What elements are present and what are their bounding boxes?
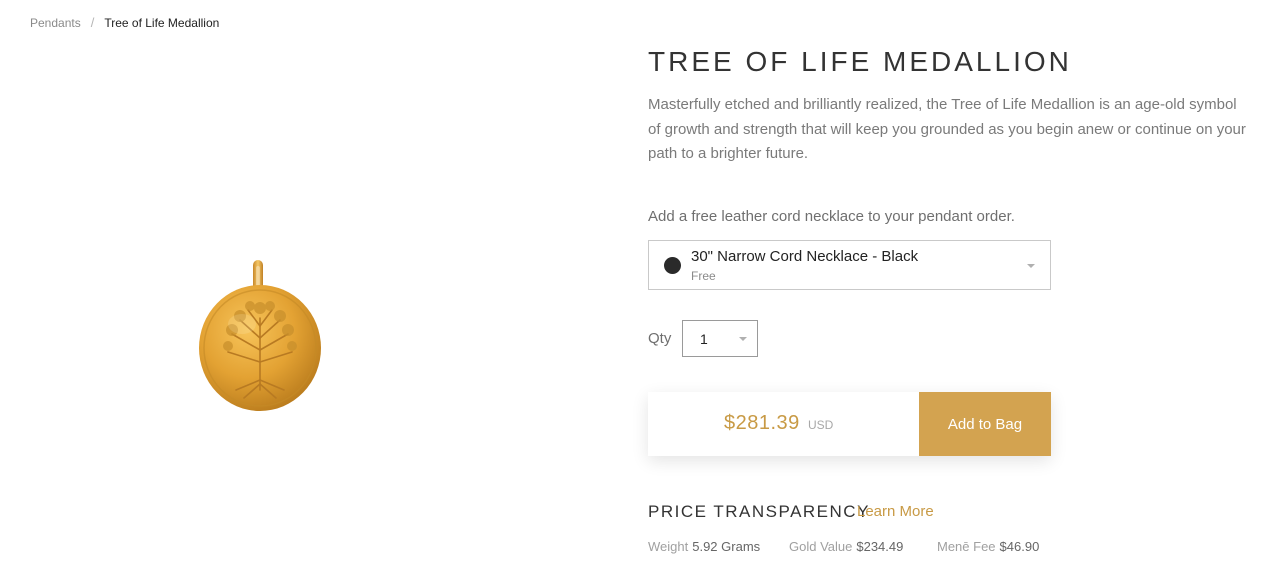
gold-value-stat: Gold Value $234.49 bbox=[789, 539, 903, 554]
product-title: TREE OF LIFE MEDALLION bbox=[648, 46, 1072, 77]
mene-fee-amount: $46.90 bbox=[999, 539, 1040, 554]
price-transparency-heading: PRICE TRANSPARENCY bbox=[648, 502, 870, 521]
breadcrumb: Pendants / Tree of Life Medallion bbox=[30, 15, 219, 30]
cord-prompt: Add a free leather cord necklace to your… bbox=[648, 208, 1015, 225]
quantity-value: 1 bbox=[700, 331, 708, 347]
breadcrumb-current: Tree of Life Medallion bbox=[104, 15, 220, 30]
gold-value-label: Gold Value bbox=[789, 539, 853, 554]
price-currency: USD bbox=[808, 418, 834, 432]
product-price: $281.39 bbox=[724, 412, 800, 434]
breadcrumb-link-pendants[interactable]: Pendants bbox=[30, 16, 81, 30]
gold-value-amount: $234.49 bbox=[856, 539, 904, 554]
medallion-icon bbox=[199, 260, 321, 411]
purchase-box: $281.39 USD Add to Bag bbox=[648, 392, 1051, 456]
quantity-label: Qty bbox=[648, 330, 672, 347]
quantity-select[interactable]: 1 bbox=[682, 320, 758, 357]
mene-fee-stat: Menē Fee $46.90 bbox=[937, 539, 1039, 554]
weight-value: 5.92 Grams bbox=[692, 539, 761, 554]
chevron-down-icon bbox=[1027, 264, 1035, 268]
weight-stat: Weight 5.92 Grams bbox=[648, 539, 760, 554]
learn-more-link[interactable]: Learn More bbox=[857, 503, 934, 520]
cord-selected-price: Free bbox=[691, 269, 716, 283]
cord-selected-name: 30" Narrow Cord Necklace - Black bbox=[691, 248, 919, 265]
chevron-down-icon bbox=[739, 337, 747, 341]
product-image[interactable] bbox=[196, 258, 326, 418]
cord-necklace-select[interactable]: 30" Narrow Cord Necklace - Black Free bbox=[648, 240, 1051, 290]
breadcrumb-separator: / bbox=[90, 15, 95, 30]
weight-label: Weight bbox=[648, 539, 689, 554]
cord-color-swatch bbox=[664, 257, 681, 274]
add-to-bag-button[interactable]: Add to Bag bbox=[919, 392, 1051, 456]
mene-fee-label: Menē Fee bbox=[937, 539, 996, 554]
product-description: Masterfully etched and brilliantly reali… bbox=[648, 96, 1246, 162]
